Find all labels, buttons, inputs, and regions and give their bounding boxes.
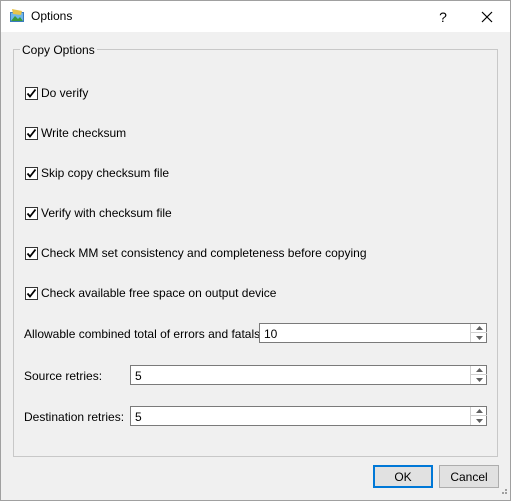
check-free-space-option[interactable]: Check available free space on output dev… — [25, 285, 276, 301]
verify-with-checksum-option[interactable]: Verify with checksum file — [25, 205, 172, 221]
options-dialog: Options ? Copy Options Do verify Write c… — [0, 0, 511, 501]
write-checksum-label: Write checksum — [41, 126, 127, 140]
do-verify-option[interactable]: Do verify — [25, 85, 88, 101]
close-button[interactable] — [464, 1, 510, 32]
allowable-errors-label: Allowable combined total of errors and f… — [24, 327, 264, 341]
destination-retries-label: Destination retries: — [24, 410, 125, 424]
do-verify-label: Do verify — [41, 86, 89, 100]
allowable-errors-spinbox[interactable]: 10 — [259, 323, 487, 343]
check-mm-set-option[interactable]: Check MM set consistency and completenes… — [25, 245, 367, 261]
check-mm-set-checkbox[interactable] — [25, 246, 38, 260]
decrement-arrow-icon[interactable] — [471, 333, 487, 342]
source-retries-label: Source retries: — [24, 369, 103, 383]
source-retries-stepper[interactable] — [470, 366, 487, 384]
help-button[interactable]: ? — [428, 1, 458, 32]
cancel-button[interactable]: Cancel — [439, 465, 499, 488]
check-free-space-label: Check available free space on output dev… — [41, 286, 277, 300]
increment-arrow-icon[interactable] — [471, 366, 487, 375]
source-retries-spinbox[interactable]: 5 — [130, 365, 487, 385]
allowable-errors-value[interactable]: 10 — [264, 327, 277, 341]
source-retries-value[interactable]: 5 — [135, 369, 142, 383]
ok-button[interactable]: OK — [373, 465, 433, 488]
resize-grip-icon[interactable] — [498, 484, 508, 498]
check-mm-set-label: Check MM set consistency and completenes… — [41, 246, 367, 260]
verify-with-checksum-label: Verify with checksum file — [41, 206, 172, 220]
increment-arrow-icon[interactable] — [471, 407, 487, 416]
title-bar[interactable]: Options ? — [1, 1, 510, 32]
group-title: Copy Options — [20, 43, 97, 57]
do-verify-checkbox[interactable] — [25, 86, 38, 100]
close-icon — [481, 11, 493, 22]
verify-with-checksum-checkbox[interactable] — [25, 206, 38, 220]
skip-copy-checksum-option[interactable]: Skip copy checksum file — [25, 165, 169, 181]
decrement-arrow-icon[interactable] — [471, 375, 487, 384]
decrement-arrow-icon[interactable] — [471, 416, 487, 425]
check-free-space-checkbox[interactable] — [25, 286, 38, 300]
window-title: Options — [31, 9, 73, 23]
destination-retries-spinbox[interactable]: 5 — [130, 406, 487, 426]
increment-arrow-icon[interactable] — [471, 324, 487, 333]
destination-retries-stepper[interactable] — [470, 407, 487, 425]
write-checksum-checkbox[interactable] — [25, 126, 38, 140]
skip-copy-checksum-label: Skip copy checksum file — [41, 166, 170, 180]
allowable-errors-stepper[interactable] — [470, 324, 487, 342]
destination-retries-value[interactable]: 5 — [135, 410, 142, 424]
skip-copy-checksum-checkbox[interactable] — [25, 166, 38, 180]
app-options-icon — [9, 8, 25, 24]
write-checksum-option[interactable]: Write checksum — [25, 125, 126, 141]
